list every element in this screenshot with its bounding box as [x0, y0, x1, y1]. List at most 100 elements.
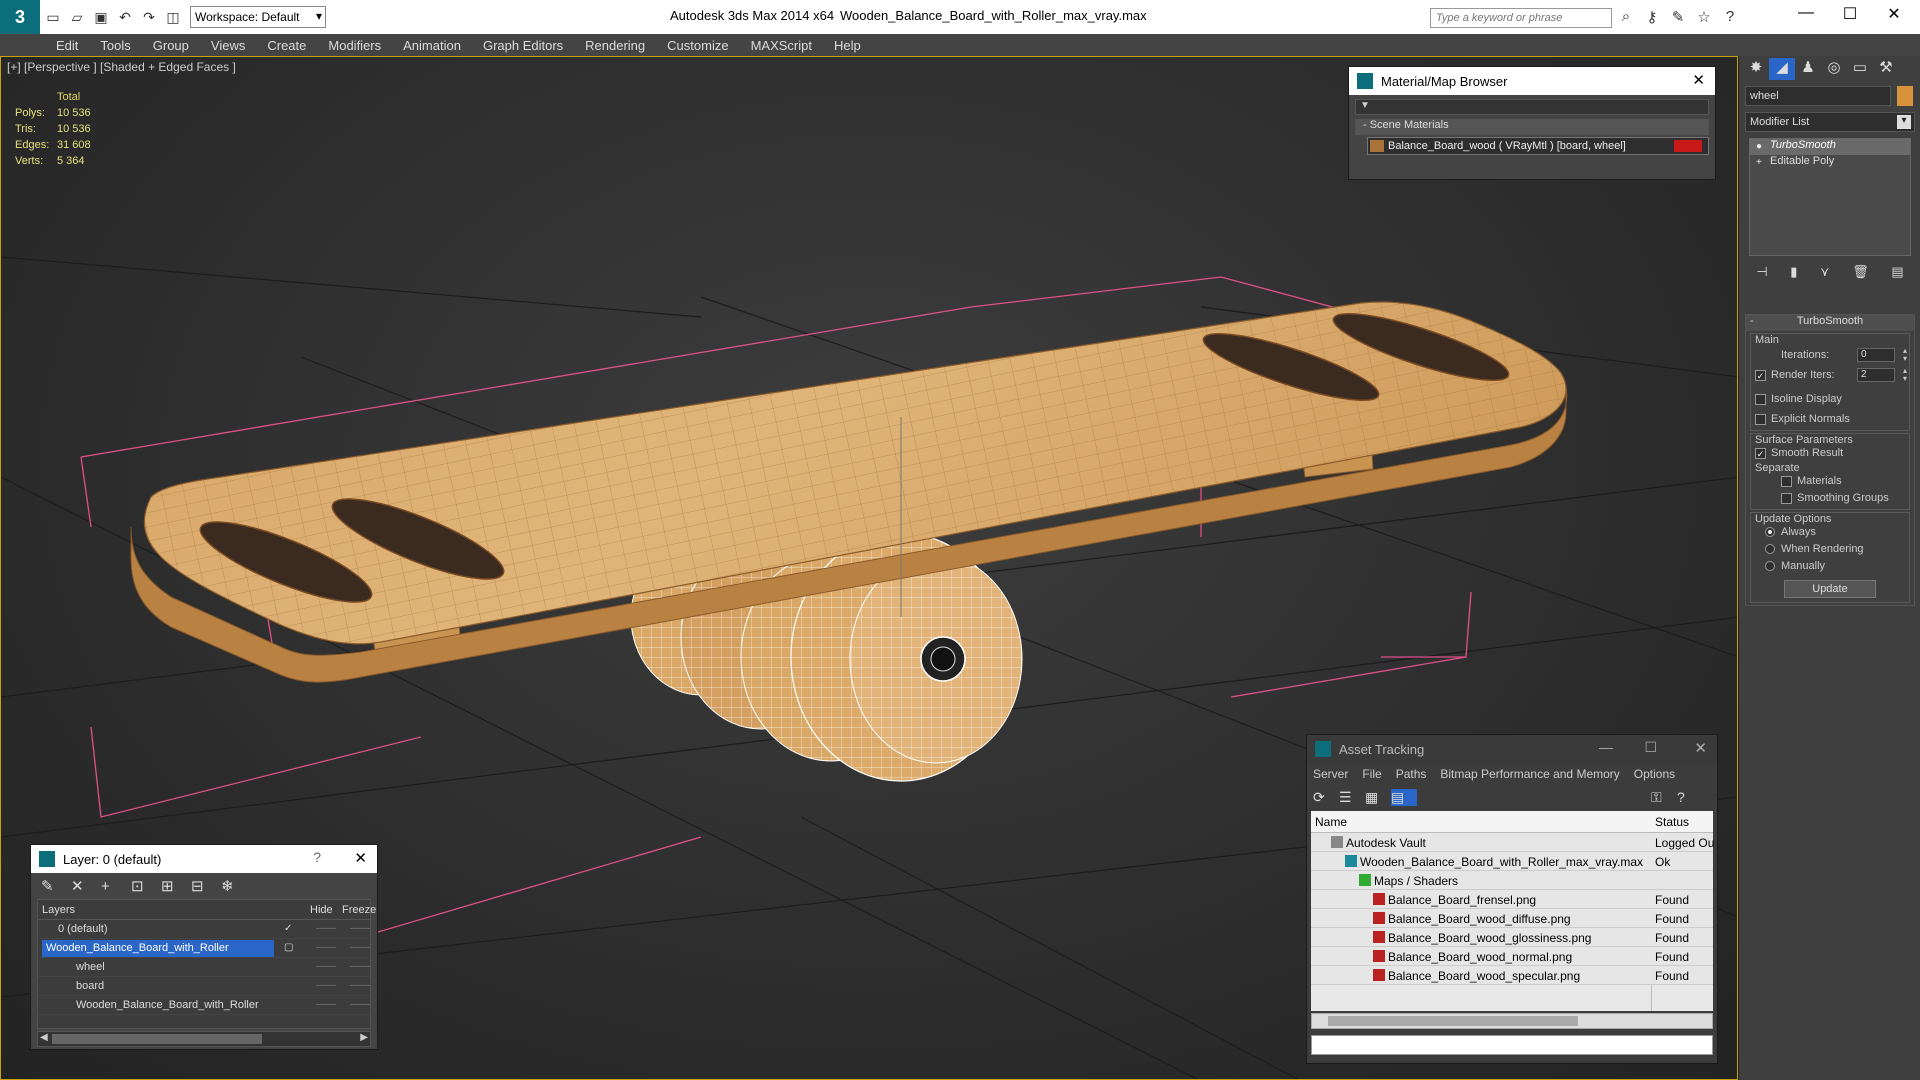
hide-all-icon[interactable]: ⊟	[191, 877, 221, 895]
key-icon[interactable]: ⚷	[1642, 8, 1662, 28]
make-unique-icon[interactable]: ⋎	[1820, 264, 1830, 286]
create-tab-icon[interactable]: ✸	[1743, 58, 1769, 80]
layer-window-titlebar[interactable]: Layer: 0 (default) ? ✕	[31, 845, 377, 873]
spinner-arrows-icon[interactable]: ▴ ▾	[1903, 367, 1907, 383]
asset-help-icon[interactable]: ?	[1677, 789, 1703, 805]
help-icon[interactable]: ?	[1720, 8, 1740, 28]
asset-name[interactable]: Balance_Board_wood_specular.png	[1373, 969, 1580, 983]
asset-horizontal-scrollbar[interactable]	[1311, 1013, 1713, 1029]
asset-row[interactable]: Autodesk Vault Logged Ou	[1311, 833, 1714, 852]
freeze-toggle[interactable]: ——	[350, 961, 370, 972]
asset-name[interactable]: Balance_Board_wood_glossiness.png	[1373, 931, 1591, 945]
menu-tools[interactable]: Tools	[100, 38, 130, 53]
layers-horizontal-scrollbar[interactable]: ◀ ▶	[37, 1031, 371, 1047]
delete-layer-icon[interactable]: ✕	[71, 877, 101, 895]
layer-row[interactable]: Wooden_Balance_Board_with_Roller —— ——	[38, 996, 370, 1015]
new-layer-icon[interactable]: ✎	[41, 877, 71, 895]
scroll-thumb[interactable]	[1328, 1016, 1578, 1026]
freeze-toggle[interactable]: ——	[350, 923, 370, 934]
menu-group[interactable]: Group	[153, 38, 189, 53]
menu-options[interactable]: Options	[1634, 767, 1675, 781]
menu-paths[interactable]: Paths	[1396, 767, 1427, 781]
hide-toggle[interactable]: ——	[316, 942, 336, 953]
menu-bitmap-performance[interactable]: Bitmap Performance and Memory	[1440, 767, 1619, 781]
hide-toggle[interactable]: ——	[316, 961, 336, 972]
motion-tab-icon[interactable]: ◎	[1821, 58, 1847, 80]
asset-name[interactable]: Maps / Shaders	[1359, 874, 1458, 888]
rollout-header[interactable]: - TurboSmooth	[1746, 315, 1914, 331]
menu-graph-editors[interactable]: Graph Editors	[483, 38, 563, 53]
freeze-toggle[interactable]: ——	[350, 942, 370, 953]
close-icon[interactable]: ✕	[1694, 739, 1707, 757]
filter-icon[interactable]: ▼	[1360, 100, 1370, 111]
close-icon[interactable]: ✕	[1692, 71, 1705, 89]
asset-name[interactable]: Autodesk Vault	[1331, 836, 1426, 850]
asset-row[interactable]: Balance_Board_wood_glossiness.png Found	[1311, 928, 1713, 947]
menu-edit[interactable]: Edit	[56, 38, 78, 53]
app-logo-icon[interactable]: 3	[0, 0, 40, 34]
thumbnail-view-icon[interactable]: ▦	[1365, 789, 1391, 806]
layer-row[interactable]: wheel —— ——	[38, 958, 370, 977]
spinner-arrows-icon[interactable]: ▴ ▾	[1903, 347, 1907, 363]
scroll-left-icon[interactable]: ◀	[40, 1032, 48, 1043]
asset-name[interactable]: Balance_Board_frensel.png	[1373, 893, 1536, 907]
iterations-spinner[interactable]: 0	[1857, 348, 1895, 362]
layer-row[interactable]: 0 (default) ✓ —— ——	[38, 920, 370, 939]
project-folder-icon[interactable]: ◫	[162, 6, 184, 28]
menu-maxscript[interactable]: MAXScript	[751, 38, 812, 53]
modifier-list-dropdown[interactable]: Modifier List	[1745, 112, 1915, 132]
asset-row[interactable]: Maps / Shaders	[1311, 871, 1713, 890]
current-layer-check-icon[interactable]: ✓	[284, 923, 292, 934]
maximize-button[interactable]: ☐	[1644, 739, 1657, 756]
menu-file[interactable]: File	[1362, 767, 1381, 781]
object-name-field[interactable]: wheel	[1745, 86, 1891, 106]
asset-row[interactable]: Balance_Board_wood_normal.png Found	[1311, 947, 1713, 966]
manually-radio[interactable]	[1765, 561, 1775, 572]
asset-name[interactable]: Balance_Board_wood_normal.png	[1373, 950, 1572, 964]
redo-icon[interactable]: ↷	[138, 6, 160, 28]
maximize-button[interactable]: ☐	[1830, 4, 1870, 28]
update-button[interactable]: Update	[1784, 580, 1876, 598]
layer-row[interactable]: board —— ——	[38, 977, 370, 996]
material-search-input[interactable]: ▼	[1355, 99, 1709, 115]
scene-materials-group[interactable]: - Scene Materials	[1355, 119, 1709, 135]
expand-plus-icon[interactable]: +	[1756, 157, 1762, 168]
freeze-toggle[interactable]: ——	[350, 999, 370, 1010]
menu-rendering[interactable]: Rendering	[585, 38, 645, 53]
close-icon[interactable]: ✕	[354, 849, 367, 867]
workspace-dropdown[interactable]: Workspace: Default	[190, 6, 326, 28]
menu-animation[interactable]: Animation	[403, 38, 461, 53]
save-icon[interactable]: ▣	[90, 6, 112, 28]
pin-stack-icon[interactable]: ⊣	[1756, 264, 1767, 286]
asset-row[interactable]: Balance_Board_wood_specular.png Found	[1311, 966, 1713, 985]
layer-box-icon[interactable]: ▢	[284, 942, 293, 953]
material-browser-titlebar[interactable]: Material/Map Browser ✕	[1349, 67, 1715, 95]
close-button[interactable]: ✕	[1874, 4, 1914, 28]
viewport-label[interactable]: [+] [Perspective ] [Shaded + Edged Faces…	[7, 60, 236, 74]
when-rendering-radio[interactable]	[1765, 544, 1775, 555]
list-view-icon[interactable]: ☰	[1339, 789, 1365, 806]
explicit-normals-checkbox[interactable]	[1755, 413, 1766, 425]
menu-views[interactable]: Views	[211, 38, 245, 53]
table-view-icon[interactable]: ▤	[1391, 788, 1417, 806]
lightbulb-icon[interactable]: ●	[1756, 141, 1762, 152]
select-objects-icon[interactable]: ⊡	[131, 877, 161, 895]
material-item[interactable]: Balance_Board_wood ( VRayMtl ) [board, w…	[1367, 137, 1709, 155]
smoothing-groups-checkbox[interactable]	[1781, 492, 1792, 504]
asset-name[interactable]: Balance_Board_wood_diffuse.png	[1373, 912, 1571, 926]
help-button[interactable]: ?	[313, 849, 321, 865]
hierarchy-tab-icon[interactable]: ♟	[1795, 58, 1821, 80]
search-input[interactable]: Type a keyword or phrase	[1430, 8, 1612, 28]
add-to-layer-icon[interactable]: +	[101, 878, 131, 895]
render-iters-spinner[interactable]: 2	[1857, 368, 1895, 382]
hide-toggle[interactable]: ——	[316, 999, 336, 1010]
minimize-button[interactable]: —	[1599, 739, 1613, 755]
menu-modifiers[interactable]: Modifiers	[328, 38, 381, 53]
new-file-icon[interactable]: ▭	[42, 6, 64, 28]
isoline-checkbox[interactable]	[1755, 393, 1766, 405]
render-iters-checkbox[interactable]: ✓	[1755, 369, 1766, 381]
stack-item-editable-poly[interactable]: + Editable Poly	[1750, 155, 1910, 171]
hide-toggle[interactable]: ——	[316, 923, 336, 934]
favorites-star-icon[interactable]: ☆	[1694, 8, 1714, 28]
layer-row[interactable]: Wooden_Balance_Board_with_Roller ▢ —— ——	[38, 939, 370, 958]
